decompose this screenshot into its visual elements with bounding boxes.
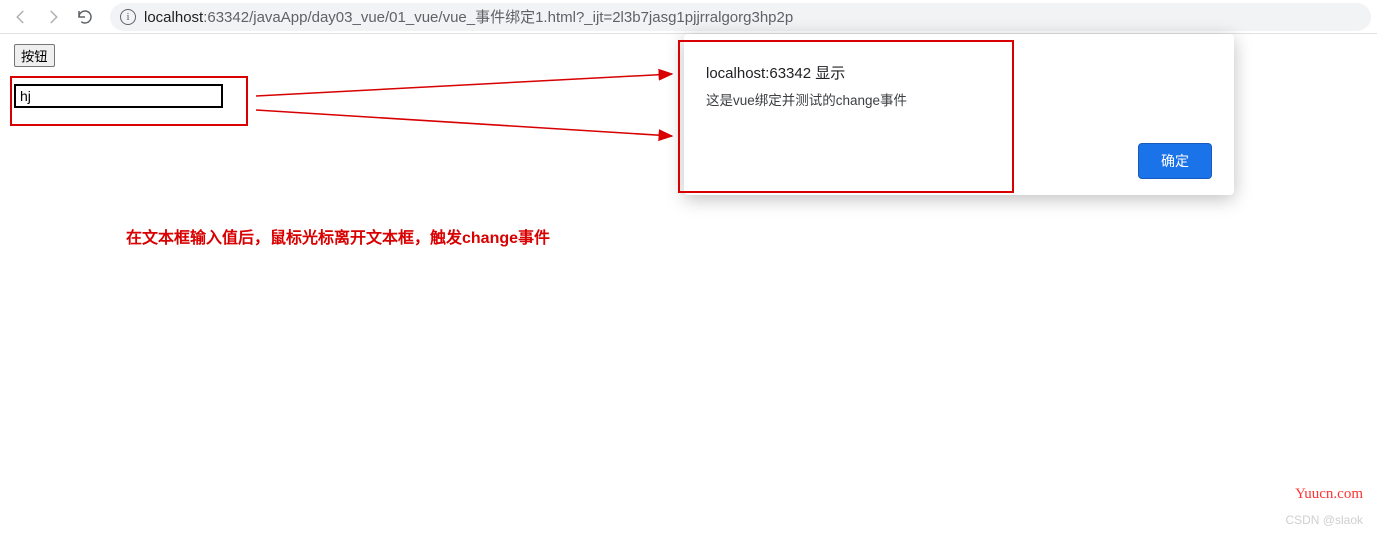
js-alert-dialog: localhost:63342 显示 这是vue绑定并测试的change事件 确… [684,34,1234,195]
reload-icon [76,8,94,26]
arrow-right-icon [44,8,62,26]
back-button[interactable] [6,3,36,31]
watermark-site: Yuucn.com [1295,486,1363,503]
url-path: :63342/javaApp/day03_vue/01_vue/vue_事件绑定… [203,9,793,26]
url-text: localhost:63342/javaApp/day03_vue/01_vue… [144,6,793,27]
dialog-ok-button[interactable]: 确定 [1138,143,1212,179]
site-info-icon[interactable]: i [120,9,136,25]
reload-button[interactable] [70,3,100,31]
arrow-left-icon [12,8,30,26]
dialog-actions: 确定 [706,143,1212,179]
demo-text-input[interactable] [14,84,223,108]
url-host: localhost [144,9,203,26]
dialog-message: 这是vue绑定并测试的change事件 [706,89,1212,109]
browser-toolbar: i localhost:63342/javaApp/day03_vue/01_v… [0,0,1377,34]
annotation-caption: 在文本框输入值后，鼠标光标离开文本框，触发change事件 [126,224,550,248]
dialog-title: localhost:63342 显示 [706,62,1212,83]
watermark-credit: CSDN @slaok [1285,513,1363,527]
address-bar[interactable]: i localhost:63342/javaApp/day03_vue/01_v… [110,3,1371,31]
trigger-button[interactable]: 按钮 [14,44,55,67]
forward-button[interactable] [38,3,68,31]
